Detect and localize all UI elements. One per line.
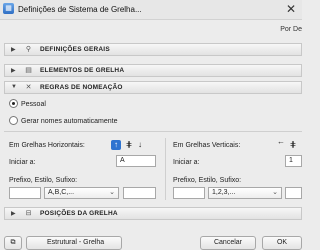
chevron-down-icon: ⌄ — [109, 189, 115, 196]
horizontal-prefix-label: Prefixo, Estilo, Sufixo: — [9, 177, 78, 184]
cancel-button[interactable]: Cancelar — [200, 236, 256, 250]
vertical-start-label: Iniciar a: — [173, 159, 200, 166]
close-icon[interactable]: ✕ — [286, 2, 296, 16]
app-icon: ▦ — [3, 3, 14, 14]
section-grid-elements[interactable]: ▶ ▤ ELEMENTOS DE GRELHA — [4, 64, 302, 77]
vertical-suffix-field[interactable] — [285, 187, 302, 199]
radio-personal[interactable]: Pessoal — [9, 99, 46, 108]
radio-button[interactable] — [9, 116, 18, 125]
horizontal-start-label: Iniciar a: — [9, 159, 36, 166]
radio-button[interactable] — [9, 99, 18, 108]
divider — [4, 131, 302, 132]
grid-positions-icon: ⊟ — [25, 210, 32, 217]
expand-arrow-icon: ▶ — [11, 47, 16, 53]
radio-auto-names[interactable]: Gerar nomes automaticamente — [9, 116, 118, 125]
naming-icon: ✕ — [25, 84, 32, 91]
grid-order-icon[interactable]: ⋕ — [288, 140, 298, 150]
section-general-settings[interactable]: ▶ ⚲ DEFINIÇÕES GERAIS — [4, 43, 302, 56]
radio-label: Gerar nomes automaticamente — [21, 118, 118, 125]
horizontal-prefix-field[interactable] — [9, 187, 41, 199]
chevron-down-icon: ⌄ — [272, 189, 278, 196]
direction-up-icon[interactable]: ↑ — [111, 140, 121, 150]
window-title: Definições de Sistema de Grelha... — [18, 5, 142, 14]
expand-arrow-icon: ▶ — [11, 211, 16, 217]
grid-order-icon[interactable]: ⋕ — [124, 140, 134, 150]
section-label: REGRAS DE NOMEAÇÃO — [40, 84, 123, 91]
section-label: POSIÇÕES DA GRELHA — [40, 210, 118, 217]
section-naming-rules[interactable]: ▼ ✕ REGRAS DE NOMEAÇÃO — [4, 81, 302, 94]
horizontal-start-field[interactable]: A — [116, 155, 156, 167]
title-bar: ▦ Definições de Sistema de Grelha... ✕ — [0, 0, 302, 20]
vertical-prefix-label: Prefixo, Estilo, Sufixo: — [173, 177, 242, 184]
dropdown-value: A,B,C,... — [48, 189, 75, 196]
section-label: ELEMENTOS DE GRELHA — [40, 67, 125, 74]
expand-arrow-icon: ▶ — [11, 68, 16, 74]
vertical-start-field[interactable]: 1 — [285, 155, 302, 167]
grid-settings-icon: ⚲ — [25, 46, 32, 53]
direction-left-icon[interactable]: ← — [276, 137, 286, 147]
dialog-footer: ⧉ Estrutural - Grelha Cancelar OK — [0, 228, 302, 250]
grid-elements-icon: ▤ — [25, 67, 32, 74]
layer-icon[interactable]: ⧉ — [4, 236, 22, 250]
vertical-style-dropdown[interactable]: 1,2,3,... ⌄ — [208, 187, 282, 199]
layer-dropdown[interactable]: Estrutural - Grelha — [26, 236, 122, 250]
horizontal-suffix-field[interactable] — [123, 187, 156, 199]
horizontal-style-dropdown[interactable]: A,B,C,... ⌄ — [44, 187, 119, 199]
section-grid-positions[interactable]: ▶ ⊟ POSIÇÕES DA GRELHA — [4, 207, 302, 220]
column-separator — [165, 138, 166, 200]
direction-down-icon[interactable]: ↓ — [135, 140, 145, 150]
ok-button[interactable]: OK — [262, 236, 302, 250]
section-label: DEFINIÇÕES GERAIS — [40, 46, 110, 53]
dropdown-value: 1,2,3,... — [212, 189, 236, 196]
radio-label: Pessoal — [21, 101, 46, 108]
horizontal-grids-title: Em Grelhas Horizontais: — [9, 142, 85, 149]
top-right-text: Por De — [280, 26, 302, 33]
collapse-arrow-icon: ▼ — [11, 84, 17, 90]
vertical-prefix-field[interactable] — [173, 187, 205, 199]
vertical-grids-title: Em Grelhas Verticais: — [173, 142, 241, 149]
